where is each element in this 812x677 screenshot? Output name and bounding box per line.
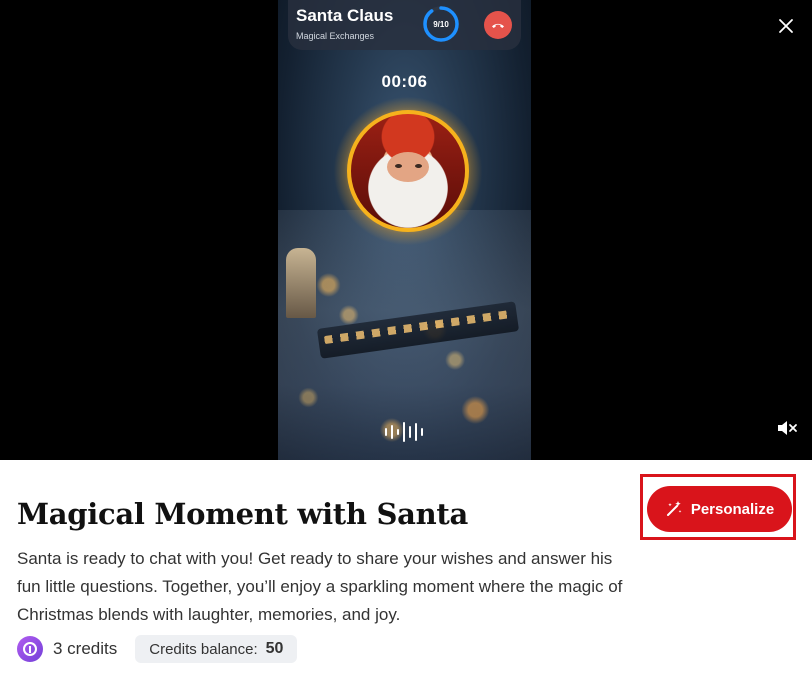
close-icon bbox=[779, 19, 793, 33]
caller-name: Santa Claus bbox=[296, 6, 394, 25]
call-timer: 00:06 bbox=[381, 72, 428, 91]
experience-description: Santa is ready to chat with you! Get rea… bbox=[17, 549, 623, 624]
credits-balance-badge: Credits balance: 50 bbox=[135, 635, 298, 663]
credits-balance-label: Credits balance: bbox=[149, 640, 258, 658]
magic-wand-icon bbox=[666, 501, 682, 516]
page-title: Magical Moment with Santa bbox=[17, 497, 468, 531]
personalize-label: Personalize bbox=[690, 500, 775, 518]
close-button[interactable] bbox=[772, 12, 800, 40]
hangup-button[interactable] bbox=[484, 11, 512, 39]
progress-label: 9/10 bbox=[433, 19, 449, 29]
volume-mute-icon bbox=[778, 421, 797, 435]
santa-avatar bbox=[347, 110, 469, 232]
lighthouse-decor bbox=[286, 248, 316, 318]
credits-cost: 3 credits bbox=[53, 639, 118, 658]
credits-balance-value: 50 bbox=[265, 640, 284, 657]
sound-wave-icon bbox=[385, 422, 423, 442]
video-player[interactable]: Santa Claus Magical Exchanges 9/10 00:06 bbox=[0, 0, 812, 460]
credits-row: 3 credits Credits balance: 50 bbox=[17, 634, 298, 664]
personalize-button[interactable]: Personalize bbox=[647, 486, 792, 532]
mute-button[interactable] bbox=[774, 416, 802, 440]
credits-coin-icon bbox=[17, 636, 43, 662]
santa-avatar-frame bbox=[333, 96, 483, 246]
video-frame: Santa Claus Magical Exchanges 9/10 00:06 bbox=[278, 0, 531, 460]
phone-hangup-icon bbox=[492, 23, 504, 28]
call-header: Santa Claus Magical Exchanges 9/10 bbox=[288, 0, 521, 50]
caller-subtitle: Magical Exchanges bbox=[296, 31, 375, 41]
